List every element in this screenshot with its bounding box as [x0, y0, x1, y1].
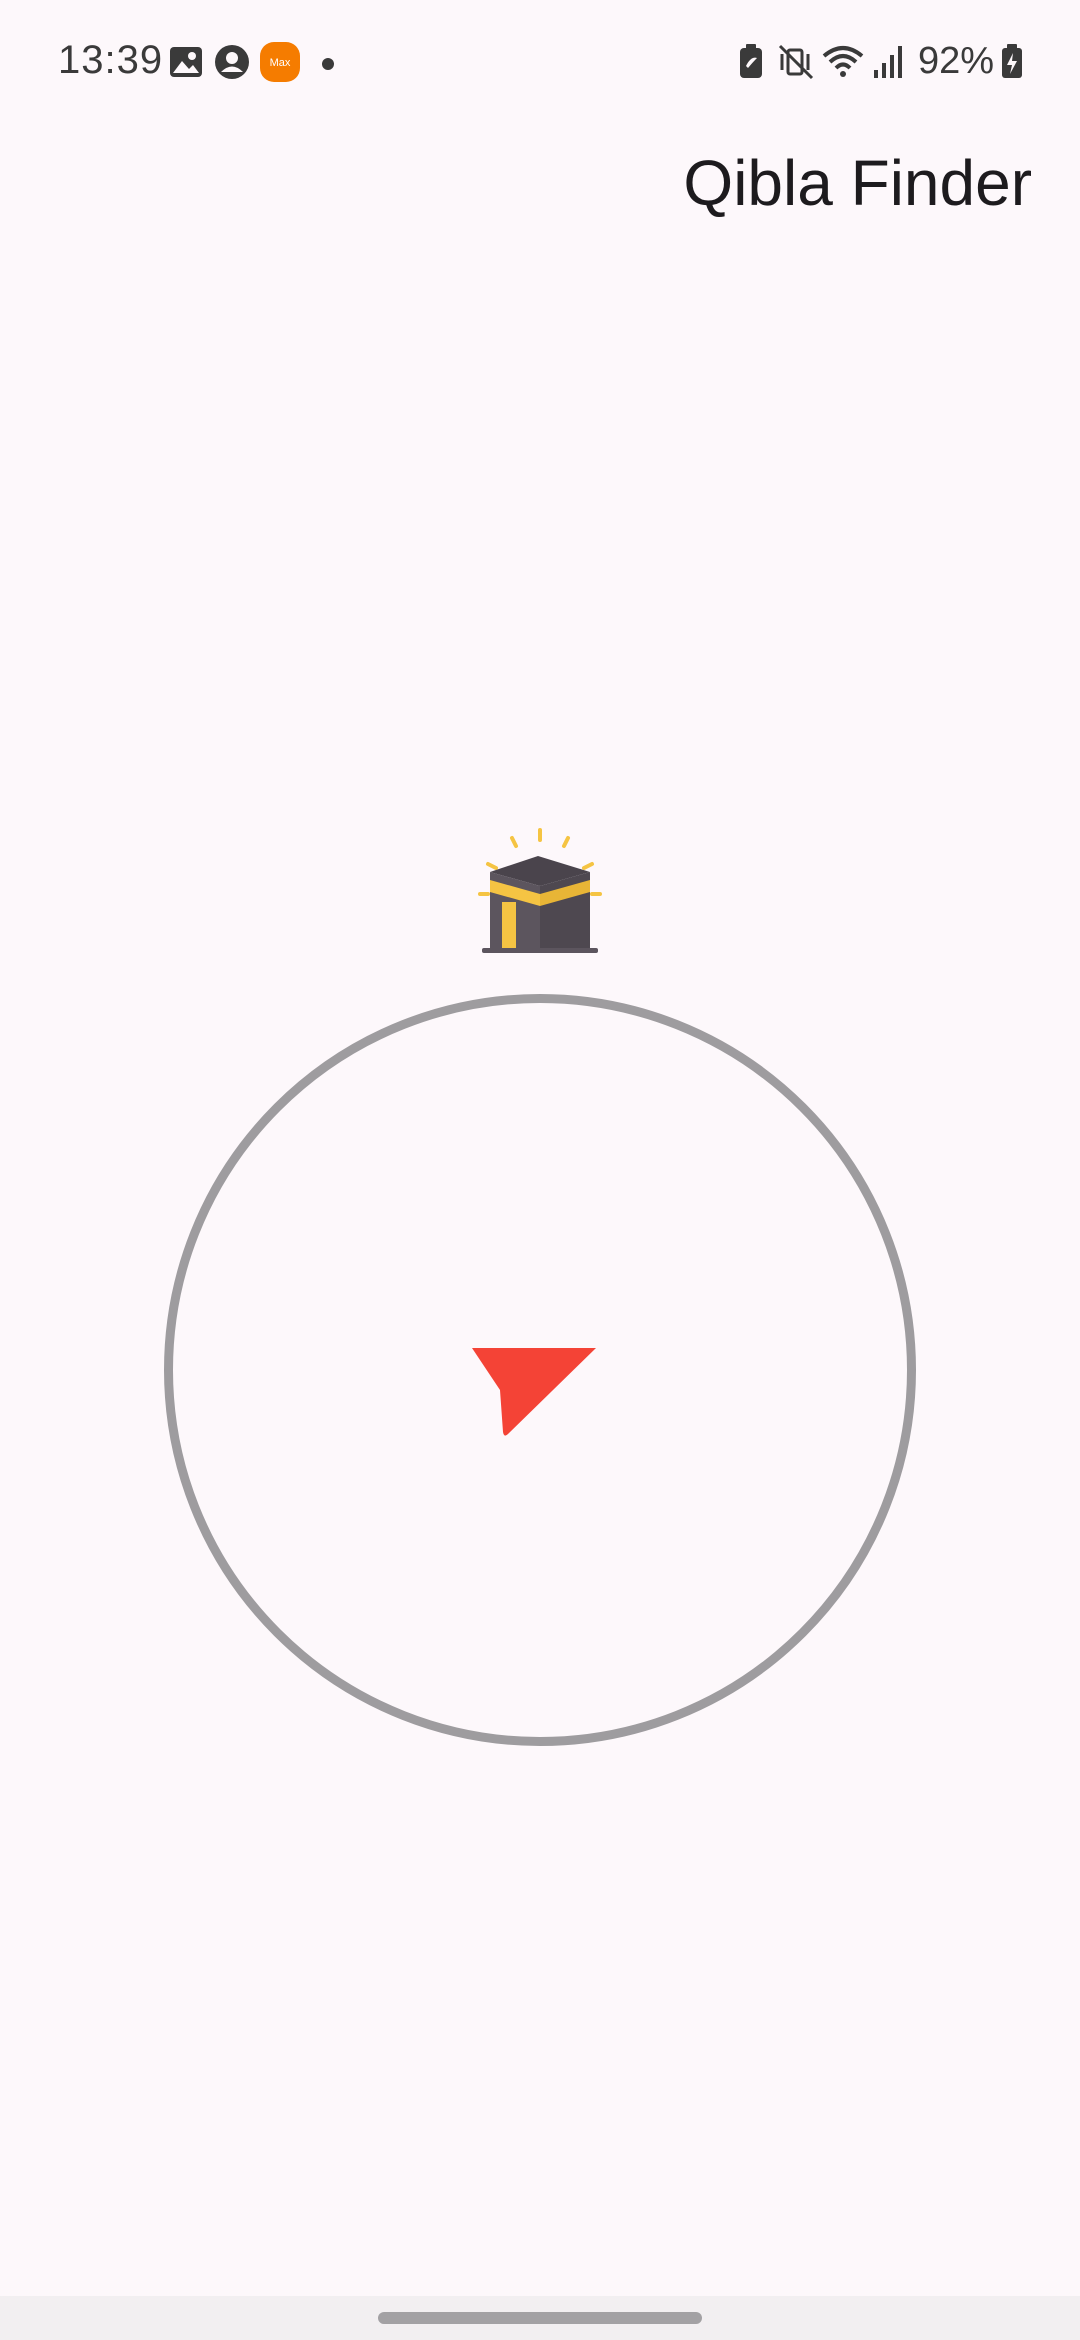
- battery-charging-icon: [1002, 44, 1022, 78]
- status-time: 13:39: [58, 38, 164, 82]
- notification-dot-icon: [322, 58, 334, 70]
- battery-saver-icon: [740, 44, 762, 78]
- svg-text:Max: Max: [270, 57, 291, 69]
- wifi-icon: [822, 46, 864, 77]
- vibrate-mute-icon: [778, 44, 814, 80]
- gallery-icon: [170, 47, 202, 77]
- account-icon: [215, 45, 249, 79]
- kaaba-icon: [478, 828, 602, 953]
- battery-percent: 92%: [918, 40, 995, 82]
- direction-arrow-icon: [472, 1348, 596, 1436]
- signal-icon: [874, 46, 902, 78]
- home-gesture-handle[interactable]: [378, 2312, 702, 2324]
- maxit-app-icon: Max: [260, 42, 300, 82]
- page-title: Qibla Finder: [683, 147, 1032, 219]
- status-bar: 13:39 Max 92%: [0, 0, 1080, 130]
